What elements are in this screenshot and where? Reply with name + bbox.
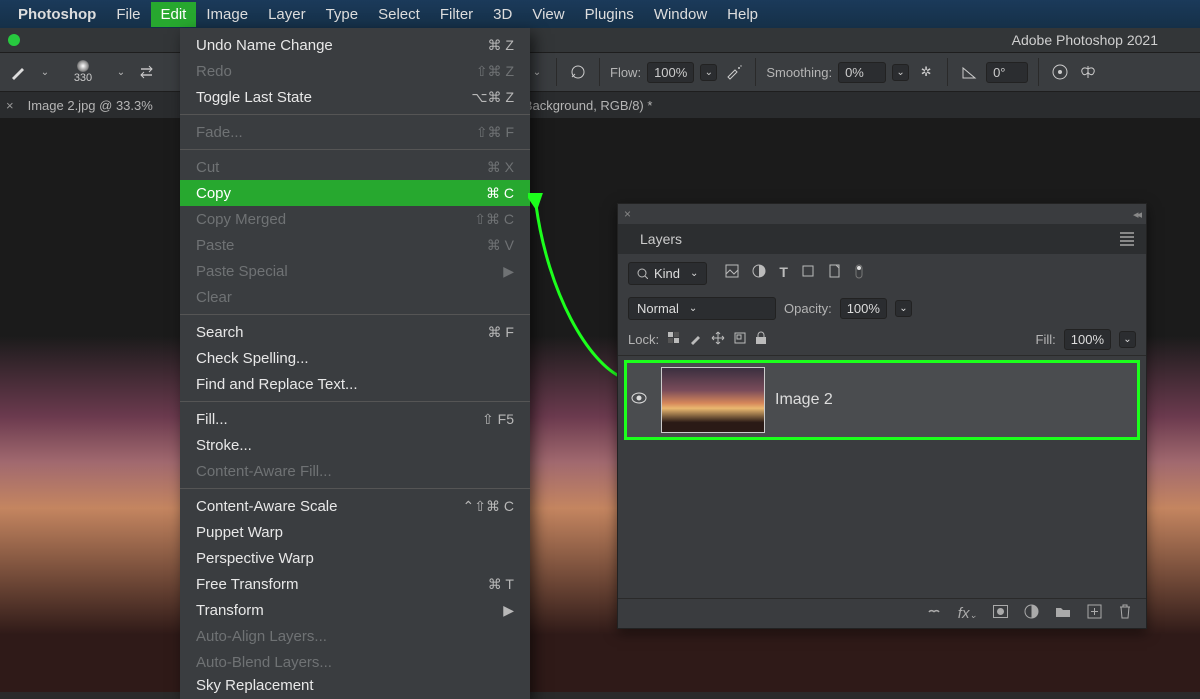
layers-panel: × ◂◂ Layers Kind T Normal Opacity: 100% … xyxy=(617,203,1147,629)
smoothing-label: Smoothing: xyxy=(766,65,832,80)
layer-visibility-eye-icon[interactable] xyxy=(627,391,651,409)
document-tab-1[interactable]: Image 2.jpg @ 33.3% xyxy=(20,94,161,117)
lock-label: Lock: xyxy=(628,332,659,347)
menu-help[interactable]: Help xyxy=(717,2,768,27)
blend-mode-select[interactable]: Normal xyxy=(628,297,776,320)
panel-menu-icon[interactable] xyxy=(1120,232,1134,246)
delete-layer-trash-icon[interactable] xyxy=(1118,604,1132,623)
panel-collapse-icon[interactable]: ◂◂ xyxy=(1133,208,1140,221)
brush-preview[interactable]: 330 xyxy=(60,58,106,86)
menu-file[interactable]: File xyxy=(106,2,150,27)
lock-position-icon[interactable] xyxy=(711,331,725,348)
lock-artboard-icon[interactable] xyxy=(733,331,747,348)
window-close-dot[interactable] xyxy=(8,34,20,46)
flow-dropdown[interactable]: ⌄ xyxy=(700,64,717,81)
menu-item-redo: Redo⇧⌘ Z xyxy=(180,58,530,84)
fill-label: Fill: xyxy=(1036,332,1056,347)
menu-item-copy[interactable]: Copy⌘ C xyxy=(180,180,530,206)
menu-select[interactable]: Select xyxy=(368,2,430,27)
menu-view[interactable]: View xyxy=(522,2,574,27)
panel-close-icon[interactable]: × xyxy=(624,207,631,221)
filter-pixel-icon[interactable] xyxy=(725,264,739,283)
menu-item-stroke[interactable]: Stroke... xyxy=(180,432,530,458)
layer-fx-icon[interactable]: fx⌄ xyxy=(958,605,977,622)
menu-item-paste: Paste⌘ V xyxy=(180,232,530,258)
menu-item-fill[interactable]: Fill...⇧ F5 xyxy=(180,406,530,432)
menu-type[interactable]: Type xyxy=(316,2,369,27)
menu-item-transform[interactable]: Transform▶ xyxy=(180,597,530,623)
flow-label: Flow: xyxy=(610,65,641,80)
flow-value[interactable]: 100% xyxy=(647,62,694,83)
menu-plugins[interactable]: Plugins xyxy=(575,2,644,27)
lock-all-icon[interactable] xyxy=(755,331,767,348)
adjustment-layer-icon[interactable] xyxy=(1024,604,1039,623)
filter-shape-icon[interactable] xyxy=(801,264,815,283)
opacity-pressure-icon[interactable] xyxy=(567,61,589,83)
menu-item-puppet-warp[interactable]: Puppet Warp xyxy=(180,519,530,545)
menu-item-free-transform[interactable]: Free Transform⌘ T xyxy=(180,571,530,597)
brush-dropdown[interactable] xyxy=(112,63,130,81)
smoothing-settings-gear-icon[interactable]: ✲ xyxy=(915,61,937,83)
layer-filter-kind[interactable]: Kind xyxy=(628,262,707,285)
menu-window[interactable]: Window xyxy=(644,2,717,27)
menu-item-fade: Fade...⇧⌘ F xyxy=(180,119,530,145)
filter-type-icon[interactable]: T xyxy=(779,264,788,283)
menu-image[interactable]: Image xyxy=(196,2,258,27)
menu-item-content-aware-scale[interactable]: Content-Aware Scale⌃⇧⌘ C xyxy=(180,493,530,519)
fill-value[interactable]: 100% xyxy=(1064,329,1111,350)
airbrush-icon[interactable] xyxy=(723,61,745,83)
opacity-value[interactable]: 100% xyxy=(840,298,887,319)
menu-item-sky-replacement[interactable]: Sky Replacement xyxy=(180,675,530,695)
tool-preset-dropdown[interactable] xyxy=(36,63,54,81)
edit-menu-dropdown: Undo Name Change⌘ ZRedo⇧⌘ ZToggle Last S… xyxy=(180,28,530,699)
brush-settings-icon[interactable] xyxy=(136,61,158,83)
layers-tab[interactable]: Layers xyxy=(630,225,692,253)
smoothing-dropdown[interactable]: ⌄ xyxy=(892,64,909,81)
layer-name[interactable]: Image 2 xyxy=(775,391,833,409)
menu-item-copy-merged: Copy Merged⇧⌘ C xyxy=(180,206,530,232)
mode-dropdown[interactable] xyxy=(528,63,546,81)
smoothing-value[interactable]: 0% xyxy=(838,62,886,83)
menu-item-auto-align-layers: Auto-Align Layers... xyxy=(180,623,530,649)
app-menu[interactable]: Photoshop xyxy=(8,2,106,27)
angle-icon xyxy=(958,61,980,83)
menu-item-cut: Cut⌘ X xyxy=(180,154,530,180)
menu-item-check-spelling[interactable]: Check Spelling... xyxy=(180,345,530,371)
menu-item-auto-blend-layers: Auto-Blend Layers... xyxy=(180,649,530,675)
app-title: Adobe Photoshop 2021 xyxy=(1012,32,1158,48)
filter-smart-icon[interactable] xyxy=(828,264,841,283)
lock-transparent-icon[interactable] xyxy=(667,331,681,348)
pressure-size-icon[interactable] xyxy=(1049,61,1071,83)
angle-value[interactable]: 0° xyxy=(986,62,1028,83)
new-layer-icon[interactable] xyxy=(1087,604,1102,623)
fill-dropdown[interactable]: ⌄ xyxy=(1119,331,1136,348)
link-layers-icon[interactable] xyxy=(926,605,942,622)
menu-edit[interactable]: Edit xyxy=(151,2,197,27)
filter-adjust-icon[interactable] xyxy=(752,264,766,283)
menu-item-paste-special: Paste Special▶ xyxy=(180,258,530,284)
symmetry-butterfly-icon[interactable] xyxy=(1077,61,1099,83)
opacity-dropdown[interactable]: ⌄ xyxy=(895,300,912,317)
menu-item-toggle-last-state[interactable]: Toggle Last State⌥⌘ Z xyxy=(180,84,530,110)
menu-item-undo-name-change[interactable]: Undo Name Change⌘ Z xyxy=(180,32,530,58)
layer-thumbnail[interactable] xyxy=(661,367,765,433)
menu-3d[interactable]: 3D xyxy=(483,2,522,27)
menu-bar: PhotoshopFileEditImageLayerTypeSelectFil… xyxy=(0,0,1200,28)
group-layers-icon[interactable] xyxy=(1055,605,1071,622)
layer-mask-icon[interactable] xyxy=(993,605,1008,622)
menu-layer[interactable]: Layer xyxy=(258,2,316,27)
menu-item-content-aware-fill: Content-Aware Fill... xyxy=(180,458,530,484)
menu-item-find-and-replace-text[interactable]: Find and Replace Text... xyxy=(180,371,530,397)
lock-image-icon[interactable] xyxy=(689,331,703,348)
opacity-label: Opacity: xyxy=(784,301,832,316)
filter-toggle-icon[interactable] xyxy=(854,264,864,283)
menu-filter[interactable]: Filter xyxy=(430,2,483,27)
menu-item-perspective-warp[interactable]: Perspective Warp xyxy=(180,545,530,571)
brush-tool-icon[interactable] xyxy=(8,61,30,83)
layer-row[interactable]: Image 2 xyxy=(624,360,1140,440)
document-tab-2[interactable]: Background, RGB/8) * xyxy=(516,94,661,117)
tab-close-icon[interactable]: × xyxy=(6,98,14,113)
menu-item-search[interactable]: Search⌘ F xyxy=(180,319,530,345)
menu-item-clear: Clear xyxy=(180,284,530,310)
